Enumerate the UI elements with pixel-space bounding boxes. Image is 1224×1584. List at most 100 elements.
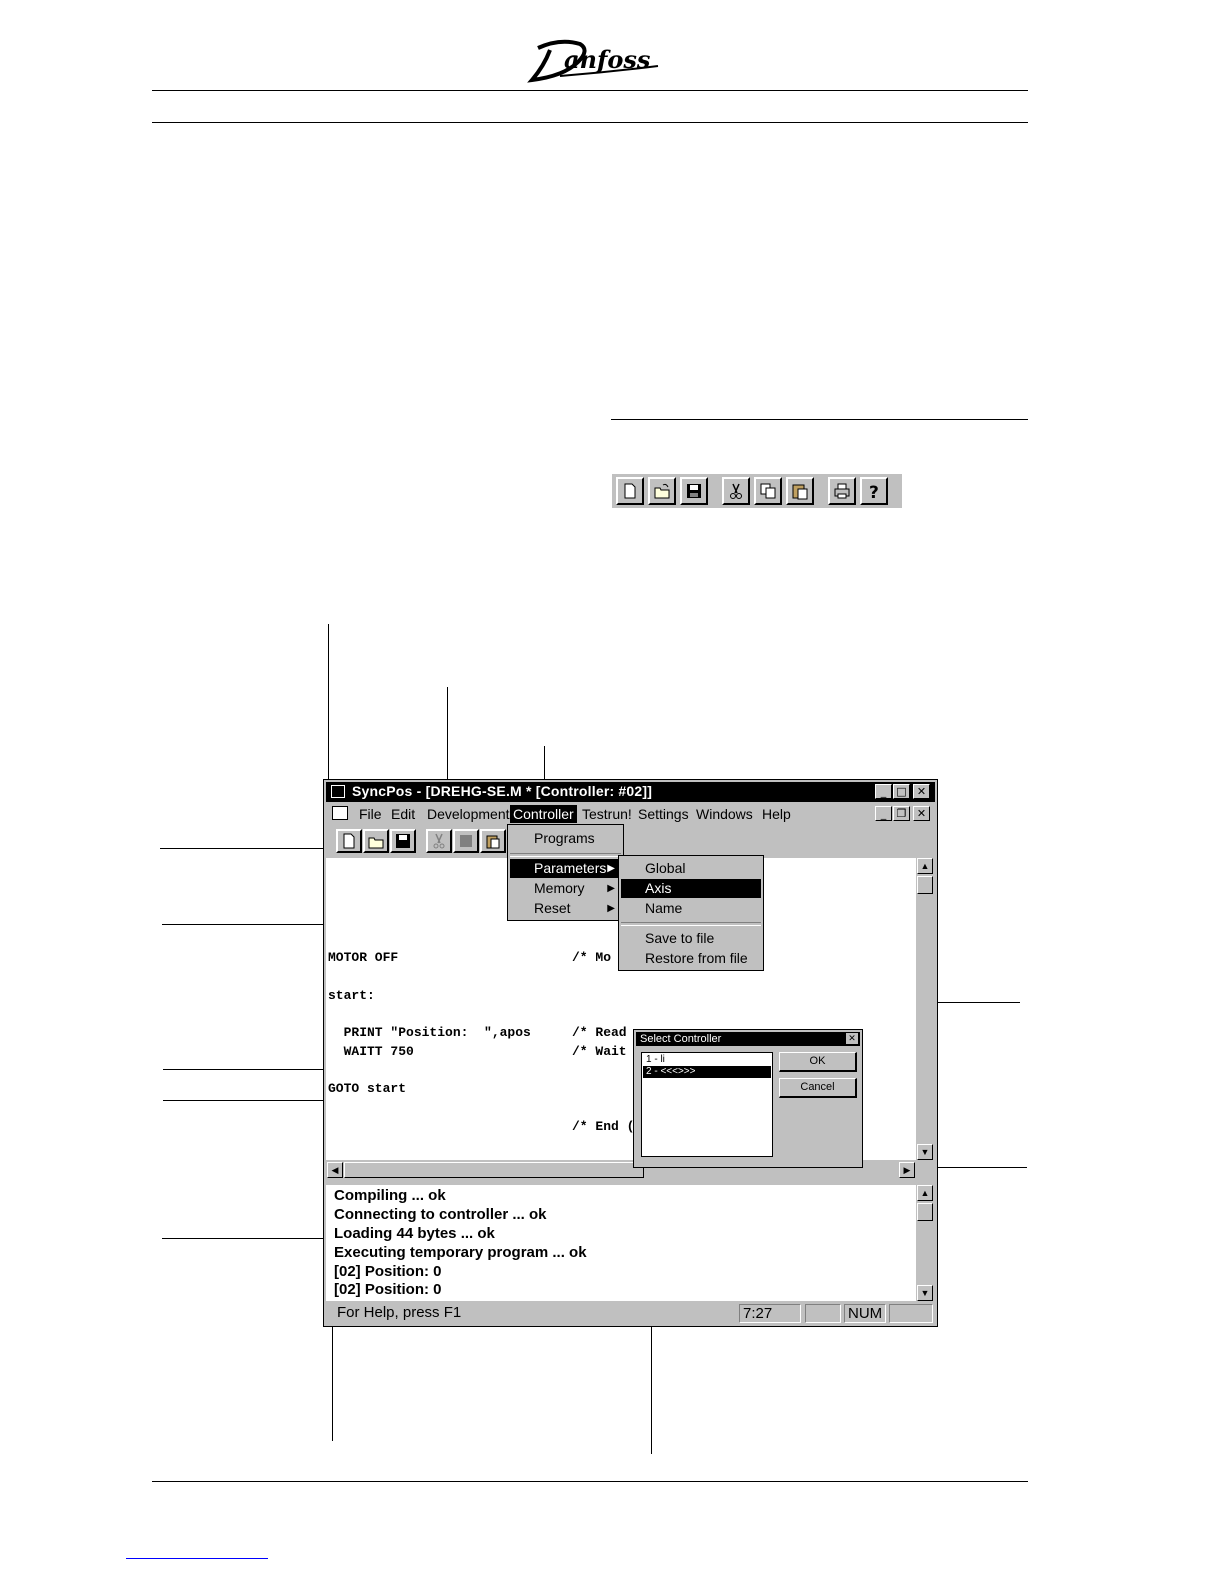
submenu-item-global[interactable]: Global	[621, 859, 761, 878]
svg-text:anfoss: anfoss	[564, 45, 651, 74]
save-disk-icon[interactable]	[680, 477, 708, 505]
paste-icon[interactable]	[786, 477, 814, 505]
output-line: [02] Position: 0	[334, 1263, 442, 1280]
submenu-item-name[interactable]: Name	[621, 899, 761, 918]
paste-icon[interactable]	[480, 829, 506, 853]
status-time: 7:27	[739, 1304, 801, 1323]
menu-item-parameters[interactable]: Parameters ▶	[510, 859, 621, 878]
code-comment: /* Wait	[572, 1044, 627, 1059]
code-line: PRINT "Position: ",apos	[328, 1025, 531, 1040]
menu-controller[interactable]: Controller	[510, 805, 577, 823]
new-file-icon[interactable]	[336, 829, 362, 853]
cut-icon[interactable]	[722, 477, 750, 505]
menu-bar: File Edit Development Controller Testrun…	[326, 803, 935, 825]
doc-restore-button[interactable]: ❐	[893, 806, 910, 821]
copy-icon[interactable]	[453, 829, 479, 853]
status-panel-empty	[889, 1304, 933, 1323]
menu-item-label: Memory	[534, 880, 585, 896]
scroll-up-arrow[interactable]: ▲	[917, 1185, 933, 1201]
print-icon[interactable]	[828, 477, 856, 505]
menu-windows[interactable]: Windows	[693, 805, 756, 823]
scroll-down-arrow[interactable]: ▼	[917, 1285, 933, 1301]
status-num: NUM	[844, 1304, 886, 1323]
footer-rule	[152, 1481, 1028, 1482]
list-item[interactable]: 1 - li	[643, 1054, 771, 1066]
scroll-thumb[interactable]	[917, 1203, 933, 1221]
scroll-down-arrow[interactable]: ▼	[917, 1144, 933, 1160]
ok-button[interactable]: OK	[779, 1052, 857, 1072]
output-line: Connecting to controller ... ok	[334, 1206, 547, 1223]
close-icon[interactable]: ✕	[846, 1033, 858, 1044]
output-line: [02] Position: 0	[334, 1281, 442, 1298]
menu-settings[interactable]: Settings	[635, 805, 692, 823]
output-line: Compiling ... ok	[334, 1187, 446, 1204]
maximize-button[interactable]: □	[893, 784, 910, 799]
callout-line	[163, 1069, 331, 1070]
menu-item-programs[interactable]: Programs	[510, 829, 621, 848]
submenu-item-axis[interactable]: Axis	[621, 879, 761, 898]
app-icon	[331, 785, 345, 798]
code-comment: /* End (	[572, 1119, 635, 1134]
status-panel-empty	[805, 1304, 841, 1323]
code-line: start:	[328, 988, 375, 1003]
menu-item-reset[interactable]: Reset ▶	[510, 899, 621, 918]
doc-close-button[interactable]: ✕	[913, 806, 930, 821]
parameters-submenu: Global Axis Name Save to file Restore fr…	[618, 855, 764, 971]
menu-development[interactable]: Development	[424, 805, 513, 823]
dialog-title-text: Select Controller	[640, 1033, 722, 1045]
select-controller-dialog: Select Controller ✕ 1 - li 2 - <<<>>> OK …	[633, 1029, 863, 1168]
output-pane: Compiling ... ok Connecting to controlle…	[326, 1185, 916, 1301]
close-button[interactable]: ✕	[913, 784, 930, 799]
window-title: SyncPos - [DREHG-SE.M * [Controller: #02…	[352, 783, 653, 799]
menu-separator	[510, 853, 621, 857]
open-folder-icon[interactable]	[363, 829, 389, 853]
output-line: Loading 44 bytes ... ok	[334, 1225, 495, 1242]
cut-icon[interactable]	[426, 829, 452, 853]
status-bar: For Help, press F1 7:27 NUM	[326, 1303, 935, 1325]
menu-testrun[interactable]: Testrun!	[579, 805, 635, 823]
dialog-title: Select Controller ✕	[636, 1032, 860, 1046]
header-rule-bottom	[152, 122, 1028, 123]
title-bar: SyncPos - [DREHG-SE.M * [Controller: #02…	[326, 782, 935, 802]
cancel-button[interactable]: Cancel	[779, 1078, 857, 1098]
output-vertical-scrollbar[interactable]: ▲ ▼	[916, 1185, 934, 1301]
menu-item-memory[interactable]: Memory ▶	[510, 879, 621, 898]
header-rule-top	[152, 90, 1028, 91]
list-item[interactable]: 2 - <<<>>>	[643, 1066, 771, 1078]
callout-line	[328, 624, 329, 790]
help-icon[interactable]: ?	[860, 477, 888, 505]
toolbar-illustration: ?	[612, 474, 902, 508]
minimize-button[interactable]: _	[875, 784, 892, 799]
scroll-right-arrow[interactable]: ▶	[899, 1162, 915, 1178]
controller-menu-dropdown: Programs Parameters ▶ Memory ▶ Reset ▶	[507, 824, 624, 921]
svg-text:?: ?	[869, 483, 879, 500]
save-disk-icon[interactable]	[390, 829, 416, 853]
submenu-item-restore-from-file[interactable]: Restore from file	[621, 949, 761, 968]
code-line: GOTO start	[328, 1081, 407, 1096]
scroll-left-arrow[interactable]: ◀	[327, 1162, 343, 1178]
open-folder-icon[interactable]	[648, 477, 676, 505]
editor-vertical-scrollbar[interactable]: ▲ ▼	[916, 858, 934, 1161]
menu-help[interactable]: Help	[759, 805, 794, 823]
callout-line	[332, 1322, 333, 1441]
document-icon	[332, 806, 348, 820]
submenu-arrow-icon: ▶	[607, 883, 615, 894]
scroll-thumb[interactable]	[917, 876, 933, 894]
scroll-up-arrow[interactable]: ▲	[917, 858, 933, 874]
code-comment: /* Mo	[572, 950, 612, 965]
status-help-text: For Help, press F1	[337, 1304, 462, 1321]
submenu-item-save-to-file[interactable]: Save to file	[621, 929, 761, 948]
menu-edit[interactable]: Edit	[388, 805, 418, 823]
menu-file[interactable]: File	[356, 805, 385, 823]
code-line: WAITT 750	[328, 1044, 414, 1059]
output-line: Executing temporary program ... ok	[334, 1244, 587, 1261]
hscroll-thumb[interactable]	[344, 1162, 644, 1178]
menu-separator	[621, 922, 761, 926]
copy-icon[interactable]	[754, 477, 782, 505]
new-file-icon[interactable]	[616, 477, 644, 505]
callout-line	[160, 848, 336, 849]
code-line: MOTOR OFF	[328, 950, 399, 965]
doc-minimize-button[interactable]: _	[875, 806, 892, 821]
controller-list[interactable]: 1 - li 2 - <<<>>>	[641, 1052, 773, 1157]
footer-link-underline	[126, 1558, 268, 1559]
